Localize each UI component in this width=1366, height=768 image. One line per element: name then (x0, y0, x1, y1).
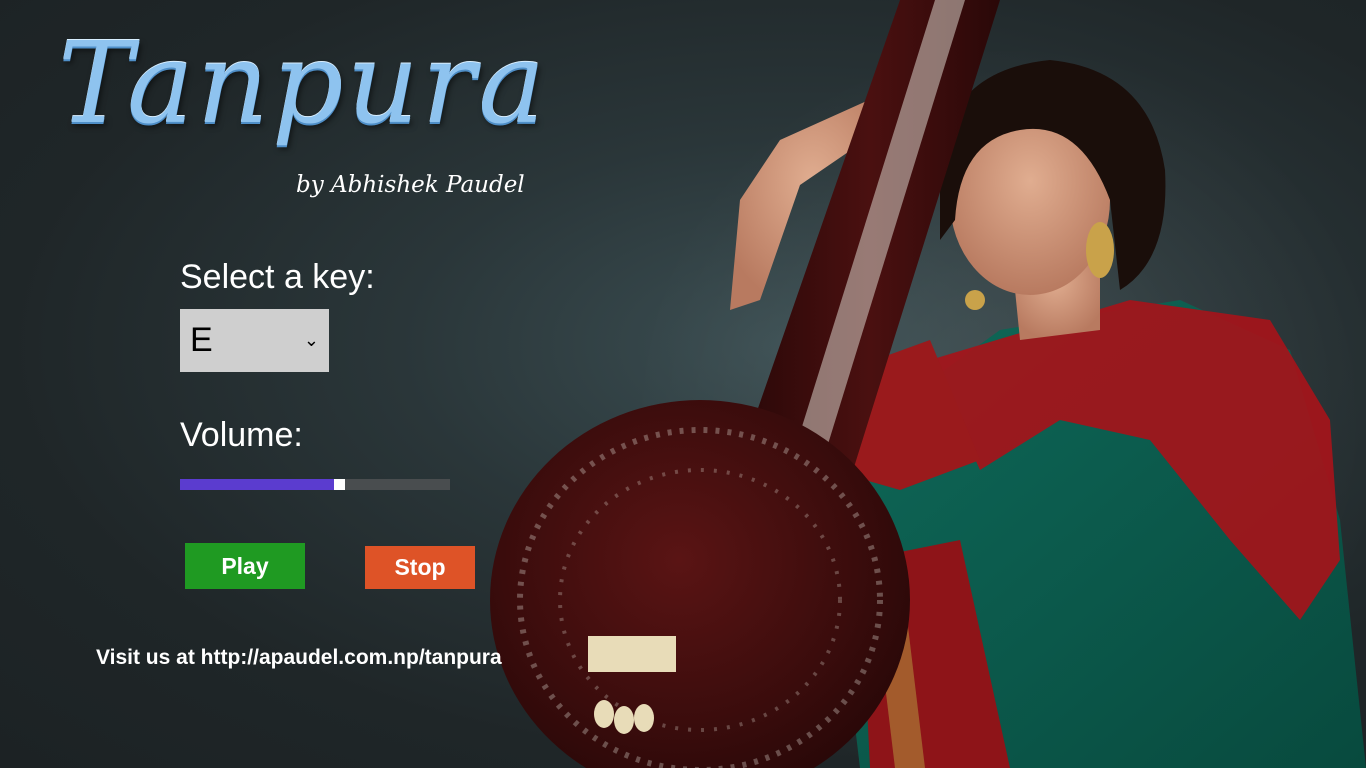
key-select-value: E (190, 321, 213, 359)
visit-link[interactable]: Visit us at http://apaudel.com.np/tanpur… (96, 646, 502, 670)
stop-button[interactable]: Stop (365, 546, 475, 589)
app-title: Tanpura (58, 19, 549, 149)
key-select-label: Select a key: (180, 258, 375, 296)
volume-slider[interactable] (180, 479, 450, 490)
volume-slider-fill (180, 479, 340, 490)
volume-label: Volume: (180, 416, 303, 454)
chevron-down-icon: ⌄ (303, 330, 319, 350)
volume-slider-thumb[interactable] (334, 479, 346, 490)
play-button[interactable]: Play (185, 543, 305, 589)
key-select[interactable]: E ⌄ (180, 309, 329, 372)
app-subtitle: by Abhishek Paudel (296, 172, 525, 198)
